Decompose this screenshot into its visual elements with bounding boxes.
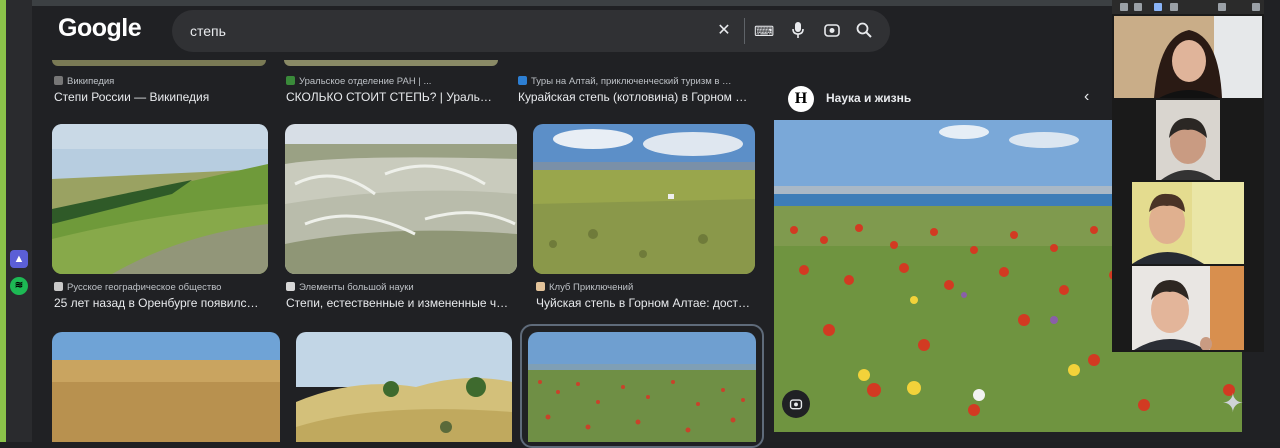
result-source[interactable]: Клуб Приключений xyxy=(536,282,756,293)
result-image-top-2[interactable] xyxy=(284,60,498,66)
spotify-icon[interactable]: ≋ xyxy=(10,277,28,295)
result-source[interactable]: Русское географическое общество xyxy=(54,282,268,293)
video-toolbar xyxy=(1112,0,1264,14)
minimize-icon[interactable] xyxy=(1218,3,1226,11)
result-image-chuya-steppe[interactable] xyxy=(533,124,755,274)
layout-icon[interactable] xyxy=(1170,3,1178,11)
camera-search-icon[interactable] xyxy=(782,390,810,418)
search-input[interactable]: степь xyxy=(190,23,226,39)
result-source[interactable]: Википедия xyxy=(54,76,264,87)
search-icon[interactable] xyxy=(854,21,874,41)
result-image-top-1[interactable] xyxy=(52,60,266,66)
search-divider xyxy=(744,18,745,44)
search-header: Google степь ✕ ⌨ xyxy=(32,6,1112,60)
mic-icon[interactable] xyxy=(788,21,808,41)
result-title[interactable]: Чуйская степь в Горном Алтае: дост… xyxy=(536,296,758,310)
result-source[interactable]: Элементы большой науки xyxy=(286,282,516,293)
layout-icon[interactable] xyxy=(1134,3,1142,11)
keyboard-icon[interactable]: ⌨ xyxy=(754,21,774,41)
result-image-steppe-hills[interactable] xyxy=(52,124,268,274)
layout-icon[interactable] xyxy=(1154,3,1162,11)
result-title[interactable]: 25 лет назад в Оренбурге появилс… xyxy=(54,296,270,310)
close-icon[interactable]: ✕ xyxy=(714,21,734,41)
result-image-wheat-field[interactable] xyxy=(52,332,280,442)
app-dock: ▲ ≋ xyxy=(6,0,32,442)
search-box[interactable]: степь ✕ ⌨ xyxy=(172,10,890,52)
image-preview-panel: Н Наука и жизнь ‹ xyxy=(770,60,1242,442)
result-title[interactable]: Курайская степь (котловина) в Горном … xyxy=(518,90,754,104)
result-title[interactable]: СКОЛЬКО СТОИТ СТЕПЬ? | Ураль… xyxy=(286,90,500,104)
result-image-golden-hills[interactable] xyxy=(296,332,512,442)
participant-video[interactable] xyxy=(1114,16,1262,98)
result-title[interactable]: Степи, естественные и измененные ч… xyxy=(286,296,516,310)
image-results-grid: Википедия Степи России — Википедия Ураль… xyxy=(32,60,770,448)
video-call-panel xyxy=(1112,0,1264,352)
participant-video[interactable] xyxy=(1132,266,1244,350)
participant-video[interactable] xyxy=(1156,100,1220,180)
participant-video[interactable] xyxy=(1132,182,1244,264)
camera-search-icon[interactable] xyxy=(822,21,842,41)
expand-icon[interactable] xyxy=(1252,3,1260,11)
sparkle-icon[interactable]: ✦ xyxy=(1222,388,1244,419)
chevron-left-icon[interactable]: ‹ xyxy=(1084,88,1089,106)
result-image-tulip-field[interactable] xyxy=(528,332,756,442)
result-source[interactable]: Уральское отделение РАН | ... xyxy=(286,76,500,87)
layout-icon[interactable] xyxy=(1120,3,1128,11)
result-source[interactable]: Туры на Алтай, приключенческий туризм в … xyxy=(518,76,754,87)
google-logo[interactable]: Google xyxy=(58,14,142,43)
source-name[interactable]: Наука и жизнь xyxy=(826,91,911,105)
app-icon[interactable]: ▲ xyxy=(10,250,28,268)
result-title[interactable]: Степи России — Википедия xyxy=(54,90,268,104)
source-logo[interactable]: Н xyxy=(788,86,814,112)
screen: ▲ ≋ Google степь ✕ ⌨ Википедия Степи Рос… xyxy=(0,0,1280,448)
result-image-feather-grass[interactable] xyxy=(285,124,517,274)
